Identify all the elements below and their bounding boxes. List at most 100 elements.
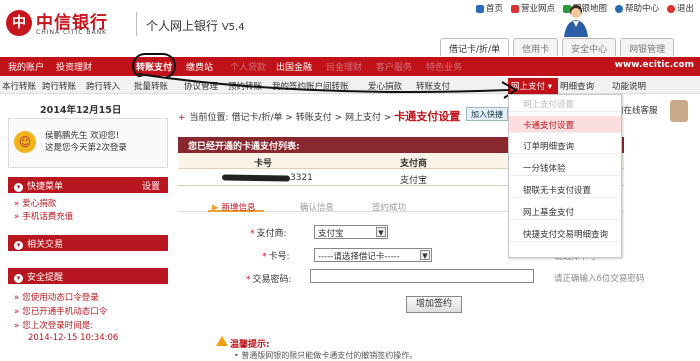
main-nav-item[interactable]: 投资理财 [56, 60, 92, 73]
tips-title: 温馨提示: [230, 340, 270, 350]
chevron-down-icon: ▾ [14, 183, 23, 192]
chevron-down-icon: ▼ [376, 227, 386, 237]
card-type-tabs: 借记卡/折/单 信用卡 安全中心 网银管理 [440, 38, 675, 56]
service-avatar-icon[interactable] [670, 100, 688, 122]
page-title: 卡通支付设置 [394, 110, 461, 123]
provider-select-value: 支付宝 [318, 229, 344, 239]
security-item-label: 您上次登录时间是: [22, 321, 94, 331]
quick-menu-title: 快捷菜单 [27, 182, 64, 192]
provider-label-text: 支付商: [256, 229, 287, 239]
dropdown-item-card-payment-settings[interactable]: 卡通支付设置 [509, 116, 621, 133]
sub-nav-item[interactable]: 明细查询 [560, 80, 594, 92]
toplink-branches[interactable]: 营业网点 [510, 2, 555, 14]
password-hint: 请正确输入6位交易密码 [554, 274, 645, 284]
security-header[interactable]: ▾ 安全提醒 [8, 268, 168, 284]
smiley-icon: ☺ [14, 131, 36, 153]
sub-nav-item[interactable]: 跨行转账 [42, 80, 76, 92]
related-trans-header[interactable]: ▾ 相关交易 [8, 235, 168, 251]
main-nav-item[interactable]: 我的账户 [8, 60, 44, 73]
quick-menu-item[interactable]: » 手机话费充值 [14, 210, 73, 222]
chevron-down-icon: ▾ [14, 241, 23, 250]
toplink-label: 首页 [485, 4, 503, 14]
logout-icon [666, 4, 675, 13]
row-card-suffix: 3321 [290, 173, 313, 183]
home-icon [475, 4, 484, 13]
current-date: 2014年12月15日 [40, 105, 122, 116]
add-shortcut-button[interactable]: 加入快捷 [466, 107, 508, 121]
tab-ebank-management[interactable]: 网银管理 [620, 38, 675, 56]
security-item: » 您已开通手机动态口令 [14, 305, 107, 317]
toplink-label: 退出 [676, 4, 694, 14]
security-item-label: 您已开通手机动态口令 [22, 307, 108, 317]
dropdown-item-one-cent[interactable]: 一分钱体验 [509, 159, 621, 176]
step-confirm-info: 确认信息 [300, 203, 335, 213]
header-divider [136, 12, 137, 36]
welcome-greeting: 侯鹏鹏先生 欢迎您! [45, 131, 120, 141]
password-label-text: 交易密码: [252, 275, 292, 285]
service-person-icon [564, 5, 588, 37]
related-trans-title: 相关交易 [27, 240, 64, 250]
provider-select[interactable]: 支付宝 ▼ [314, 225, 388, 239]
redaction-mark [221, 174, 291, 182]
column-header-provider: 支付商 [400, 159, 428, 169]
breadcrumb: + 当前位置: 借记卡/折/单 > 转账支付 > 网上支付 > 卡通支付设置 [178, 108, 460, 124]
tab-debit-card[interactable]: 借记卡/折/单 [440, 38, 510, 56]
card-label-text: 卡号: [268, 252, 290, 262]
tab-security-center[interactable]: 安全中心 [562, 38, 617, 56]
dropdown-item-fund-payment[interactable]: 网上基金支付 [509, 203, 621, 220]
site-url[interactable]: www.ecitic.com [615, 60, 694, 70]
warning-icon [216, 336, 228, 346]
toplink-logout[interactable]: 退出 [666, 2, 694, 14]
trade-password-input[interactable] [310, 269, 534, 283]
sub-nav-item[interactable]: 功能说明 [612, 80, 646, 92]
security-item: » 您上次登录时间是: [14, 319, 93, 331]
required-icon: * [250, 229, 255, 239]
toplink-home[interactable]: 首页 [475, 2, 503, 14]
branch-icon [510, 4, 519, 13]
add-signing-button[interactable]: 增加签约 [406, 296, 462, 313]
online-payment-dropdown: 网上支付设置 卡通支付设置 订单明细查询 一分钱体验 银联无卡支付设置 网上基金… [508, 94, 622, 258]
dropdown-item-unionpay[interactable]: 银联无卡支付设置 [509, 181, 621, 198]
security-item-label: 您使用动态口令登录 [22, 293, 99, 303]
tips-text: • 普通版网银的限只能做卡通支付的撤销签约操作。 [234, 351, 418, 360]
login-count: 这是您今天第2次登录 [45, 143, 127, 153]
required-icon: * [246, 275, 251, 285]
dropdown-item-quick-payment-query[interactable]: 快捷支付交易明细查询 [509, 225, 621, 242]
bullet-icon: » [14, 212, 20, 222]
plus-icon: + [178, 113, 186, 123]
chevron-down-icon: ▼ [420, 250, 430, 260]
help-icon [614, 4, 623, 13]
toplink-help[interactable]: 帮助中心 [614, 2, 659, 14]
quick-menu-header[interactable]: ▾ 快捷菜单 设置 [8, 177, 168, 193]
bullet-icon: » [14, 199, 20, 209]
quick-menu-settings[interactable]: 设置 [142, 179, 160, 192]
product-title: 个人网上银行 V5.4 [146, 17, 245, 34]
card-select[interactable]: -----请选择借记卡----- ▼ [314, 248, 432, 262]
step-signed: 签约成功 [372, 203, 407, 213]
quick-menu-item-label: 爱心捐款 [22, 199, 57, 209]
chevron-down-icon: ▾ [14, 274, 23, 283]
row-provider: 支付宝 [400, 176, 428, 186]
dropdown-item-payment-settings[interactable]: 网上支付设置 [509, 95, 621, 112]
bullet-icon: » [14, 321, 20, 331]
sub-nav-item[interactable]: 本行转账 [2, 80, 36, 92]
card-select-value: -----请选择借记卡----- [318, 252, 400, 262]
step-new-info: ▶ 新增信息 [212, 201, 256, 213]
chevron-down-icon: ▾ [547, 82, 552, 92]
quick-menu-item[interactable]: » 爱心捐款 [14, 197, 56, 209]
product-version: V5.4 [221, 22, 245, 33]
product-name: 个人网上银行 [146, 19, 219, 33]
column-header-card: 卡号 [254, 159, 273, 169]
breadcrumb-path: 当前位置: 借记卡/折/单 > 转账支付 > 网上支付 > [189, 113, 392, 123]
bullet-icon: » [14, 307, 20, 317]
toplink-label: 营业网点 [520, 4, 555, 14]
step-label: 新增信息 [221, 203, 256, 213]
security-title: 安全提醒 [27, 273, 64, 283]
card-label: * 卡号: [262, 249, 290, 262]
tab-credit-card[interactable]: 信用卡 [513, 38, 559, 56]
dropdown-item-order-query[interactable]: 订单明细查询 [509, 137, 621, 154]
provider-label: * 支付商: [250, 226, 287, 239]
password-label: * 交易密码: [246, 272, 292, 285]
last-login-time: 2014-12-15 10:34:06 [28, 333, 119, 343]
bank-name-en: CHINA CITIC BANK [36, 29, 108, 36]
